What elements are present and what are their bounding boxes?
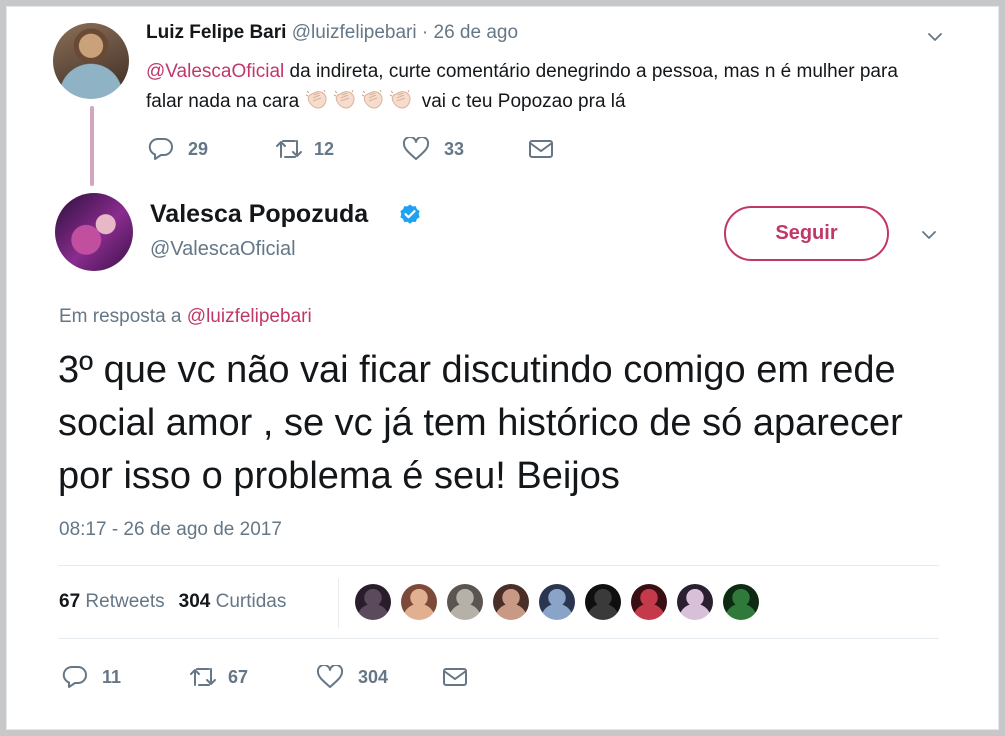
divider	[58, 565, 939, 566]
clapping-hands-icon	[332, 89, 358, 111]
reply-icon	[148, 137, 173, 160]
main-timestamp[interactable]: 08:17 - 26 de ago de 2017	[59, 519, 282, 541]
liker-avatar[interactable]	[585, 584, 621, 620]
reply-to-link[interactable]: @luizfelipebari	[187, 306, 312, 327]
chevron-down-icon[interactable]	[928, 30, 942, 44]
liker-avatar[interactable]	[631, 584, 667, 620]
liker-avatar[interactable]	[539, 584, 575, 620]
liker-avatar[interactable]	[401, 584, 437, 620]
parent-handle[interactable]: @luizfelipebari	[292, 22, 417, 43]
stats-separator	[338, 578, 339, 628]
verified-badge-icon	[398, 203, 422, 227]
retweets-stat-label: Retweets	[85, 591, 165, 612]
main-dm-action[interactable]	[442, 667, 468, 687]
main-tweet-text: 3º que vc não vai ficar discutindo comig…	[58, 349, 903, 497]
divider	[58, 638, 939, 639]
tweet-stats: 67 Retweets 304 Curtidas	[59, 591, 286, 613]
heart-icon	[316, 665, 344, 688]
parent-text-part-2: vai c teu Popozao pra lá	[416, 91, 626, 112]
parent-like-action[interactable]: 33	[402, 137, 464, 161]
main-like-action[interactable]: 304	[316, 665, 388, 689]
liker-avatar[interactable]	[493, 584, 529, 620]
clap-emoji-group	[304, 89, 416, 112]
clapping-hands-icon	[388, 89, 414, 111]
liker-avatar[interactable]	[723, 584, 759, 620]
chevron-down-icon[interactable]	[922, 228, 936, 242]
main-reply-action[interactable]: 11	[62, 665, 121, 689]
reply-prefix: Em resposta a	[59, 306, 187, 327]
likes-stat-label: Curtidas	[215, 591, 287, 612]
retweet-icon	[276, 140, 302, 158]
retweet-icon	[190, 668, 216, 686]
thread-connector	[90, 106, 94, 186]
clapping-hands-icon	[360, 89, 386, 111]
parent-mention-link[interactable]: @ValescaOficial	[146, 61, 284, 82]
parent-timestamp[interactable]: 26 de ago	[434, 22, 519, 43]
parent-header: Luiz Felipe Bari @luizfelipebari · 26 de…	[146, 22, 518, 44]
parent-like-count: 33	[444, 138, 465, 159]
reply-icon	[62, 665, 87, 688]
likes-stat[interactable]: 304 Curtidas	[179, 591, 287, 612]
liker-avatar[interactable]	[447, 584, 483, 620]
parent-reply-action[interactable]: 29	[148, 137, 208, 161]
retweets-stat[interactable]: 67 Retweets	[59, 591, 165, 612]
mail-icon	[443, 668, 467, 686]
liker-avatar[interactable]	[677, 584, 713, 620]
parent-reply-count: 29	[188, 138, 209, 159]
retweets-stat-count: 67	[59, 591, 81, 612]
parent-separator: ·	[421, 22, 429, 43]
clapping-hands-icon	[304, 89, 330, 111]
main-avatar[interactable]	[55, 193, 133, 271]
main-like-count: 304	[358, 666, 389, 687]
parent-tweet-text: @ValescaOficial da indireta, curte comen…	[146, 57, 936, 117]
parent-display-name[interactable]: Luiz Felipe Bari	[146, 22, 286, 43]
heart-icon	[402, 137, 430, 160]
mail-icon	[529, 140, 553, 158]
reply-context: Em resposta a @luizfelipebari	[59, 306, 312, 328]
follow-button[interactable]: Seguir	[724, 206, 889, 261]
parent-avatar[interactable]	[53, 23, 129, 99]
main-handle[interactable]: @ValescaOficial	[150, 238, 296, 261]
main-retweet-action[interactable]: 67	[188, 665, 248, 689]
main-retweet-count: 67	[228, 666, 249, 687]
liker-avatars	[355, 584, 769, 620]
liker-avatar[interactable]	[355, 584, 391, 620]
main-display-name[interactable]: Valesca Popozuda	[150, 200, 368, 229]
parent-dm-action[interactable]	[528, 139, 554, 159]
parent-retweet-action[interactable]: 12	[274, 137, 334, 161]
main-reply-count: 11	[102, 666, 122, 687]
likes-stat-count: 304	[178, 591, 211, 612]
parent-retweet-count: 12	[314, 138, 335, 159]
